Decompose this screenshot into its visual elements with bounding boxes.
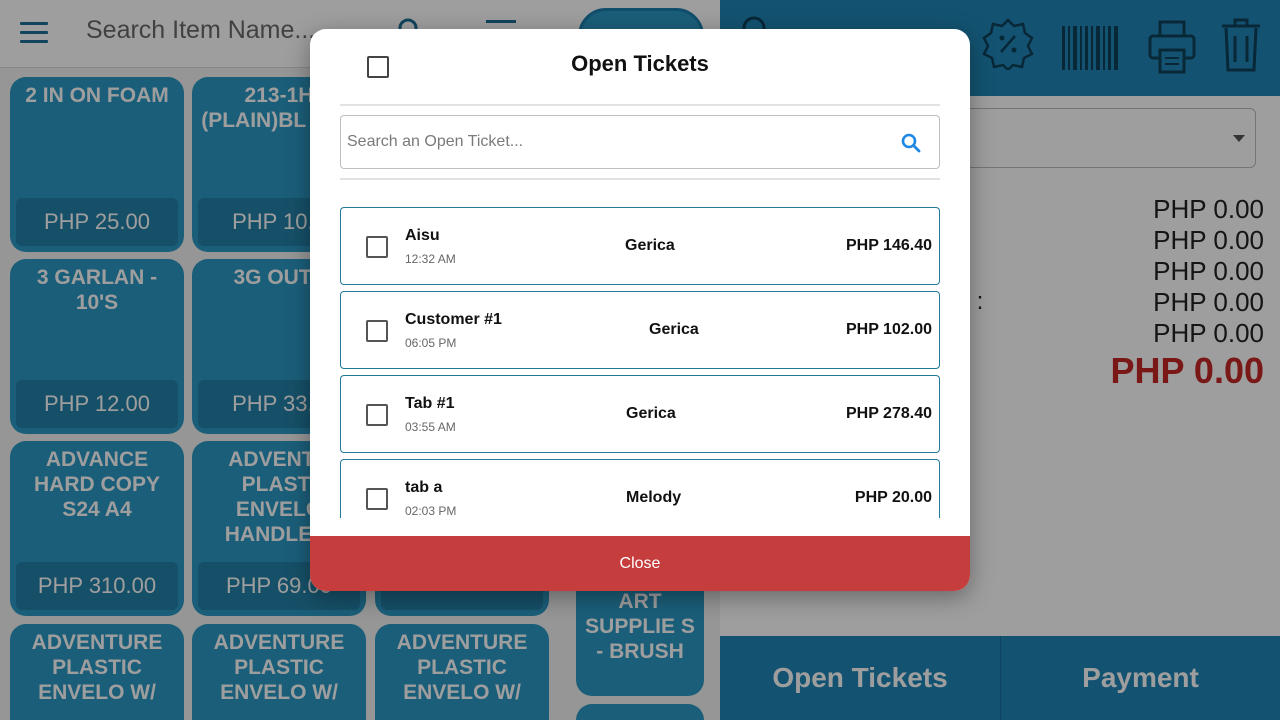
ticket-checkbox[interactable] — [366, 404, 388, 426]
ticket-checkbox[interactable] — [366, 236, 388, 258]
ticket-staff: Gerica — [649, 321, 699, 338]
ticket-amount: PHP 20.00 — [854, 489, 932, 506]
ticket-checkbox[interactable] — [366, 320, 388, 342]
ticket-staff: Gerica — [625, 237, 675, 254]
open-tickets-dialog: Open Tickets Search an Open Ticket... Ai… — [310, 29, 970, 591]
ticket-checkbox[interactable] — [366, 488, 388, 510]
ticket-name: Aisu — [405, 227, 440, 244]
ticket-search-field[interactable]: Search an Open Ticket... — [340, 115, 940, 169]
ticket-row[interactable]: Tab #1 03:55 AM Gerica PHP 278.40 — [340, 375, 940, 453]
ticket-time: 06:05 PM — [405, 336, 457, 350]
ticket-search-placeholder: Search an Open Ticket... — [347, 133, 524, 150]
ticket-name: Customer #1 — [405, 311, 502, 328]
ticket-time: 12:32 AM — [405, 252, 456, 266]
ticket-amount: PHP 278.40 — [846, 405, 932, 422]
ticket-staff: Melody — [626, 489, 682, 506]
ticket-time: 02:03 PM — [405, 504, 457, 518]
close-button[interactable]: Close — [310, 536, 970, 591]
divider — [340, 178, 940, 180]
ticket-row[interactable]: Customer #1 06:05 PM Gerica PHP 102.00 — [340, 291, 940, 369]
ticket-amount: PHP 102.00 — [846, 321, 932, 338]
ticket-name: Tab #1 — [405, 395, 455, 412]
ticket-staff: Gerica — [626, 405, 676, 422]
ticket-amount: PHP 146.40 — [846, 237, 932, 254]
divider — [340, 104, 940, 106]
ticket-row[interactable]: tab a 02:03 PM Melody PHP 20.00 — [340, 459, 940, 518]
dialog-title: Open Tickets — [571, 51, 709, 76]
ticket-list[interactable]: Aisu 12:32 AM Gerica PHP 146.40 Customer… — [340, 207, 940, 518]
search-icon[interactable] — [901, 133, 921, 158]
ticket-row[interactable]: Aisu 12:32 AM Gerica PHP 146.40 — [340, 207, 940, 285]
ticket-time: 03:55 AM — [405, 420, 456, 434]
ticket-name: tab a — [405, 479, 443, 496]
pos-app: Search Item Name... 2 IN ON FOAM PHP 25.… — [0, 0, 1280, 720]
